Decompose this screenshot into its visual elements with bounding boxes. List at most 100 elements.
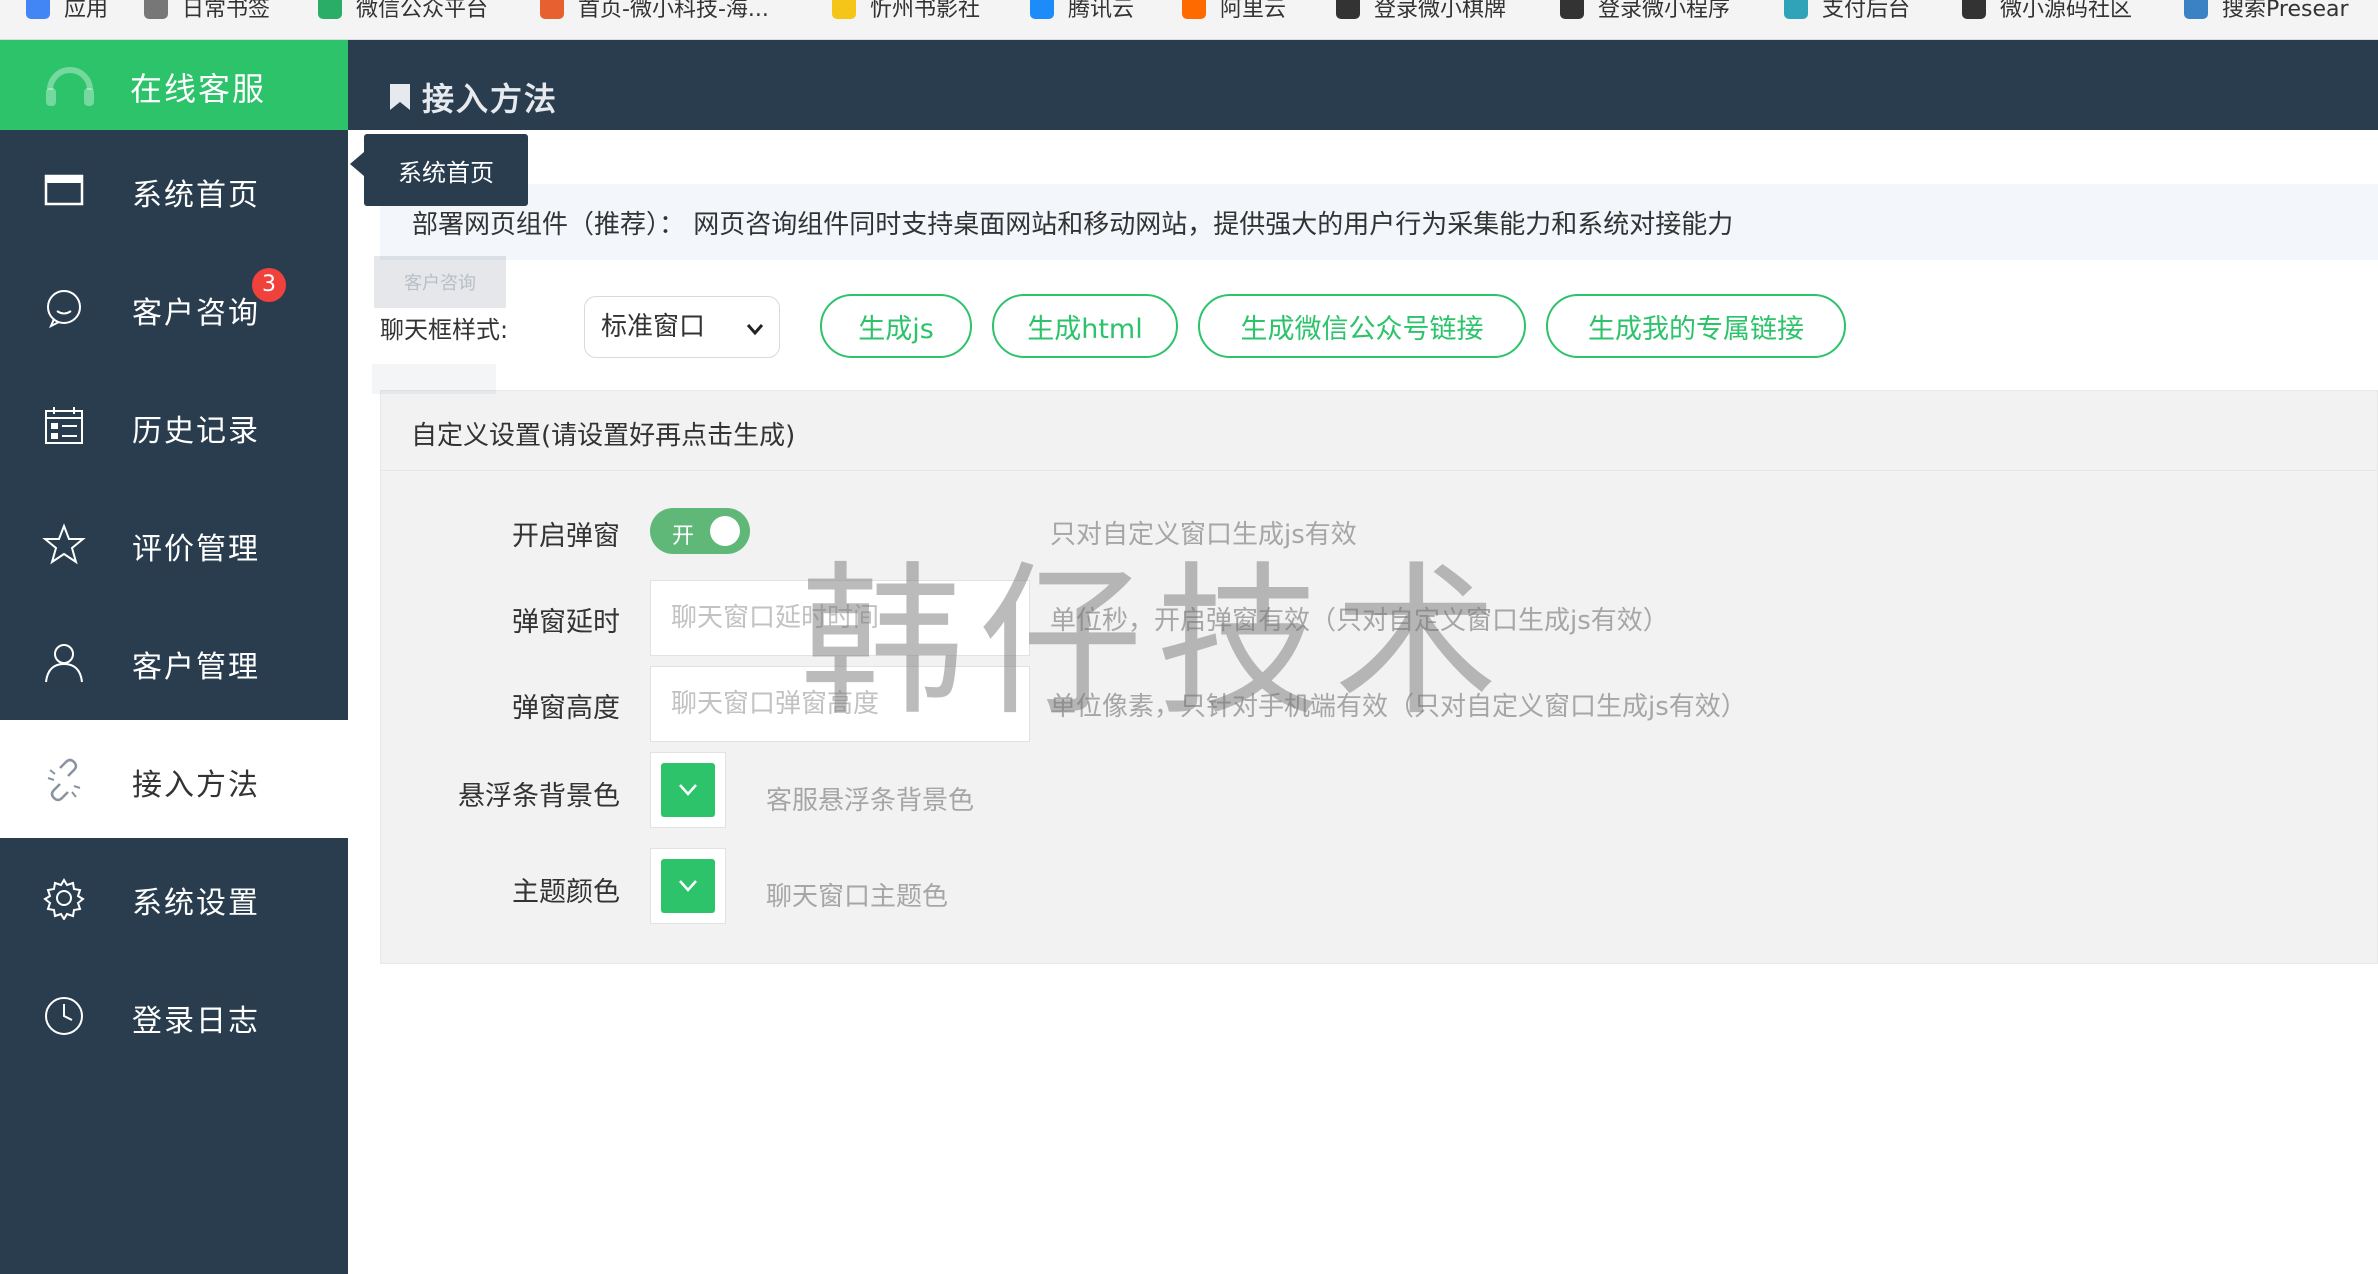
- tooltip-ghost-shadow: [372, 364, 496, 394]
- toggle-text: 开: [672, 524, 695, 549]
- bookmark-label: 应用: [64, 0, 109, 22]
- sidebar-item-label: 登录日志: [132, 1004, 260, 1039]
- star-icon: [42, 523, 86, 565]
- chat-style-label: 聊天框样式:: [380, 316, 509, 344]
- sidebar-item-label: 客户咨询: [132, 296, 260, 331]
- cloud-icon: [1030, 0, 1054, 19]
- bookmark-label: 腾讯云: [1068, 0, 1135, 22]
- sidebar-item-label: 客户管理: [132, 650, 260, 685]
- chevron-down-icon: [679, 784, 697, 796]
- toggle-knob: [710, 516, 740, 546]
- intro-banner: 部署网页组件（推荐）： 网页咨询组件同时支持桌面网站和移动网站，提供强大的用户行…: [380, 184, 2378, 260]
- color-swatch: [661, 859, 715, 913]
- bookmark-label: 支付后台: [1822, 0, 1911, 22]
- delay-label: 弹窗延时: [512, 607, 620, 638]
- sidebar-item-settings[interactable]: 系统设置: [0, 838, 348, 956]
- brand-header: 在线客服: [0, 40, 348, 130]
- theme-label: 主题颜色: [512, 877, 620, 908]
- sidebar-item-label: 系统首页: [132, 178, 260, 213]
- bookmark-label: 登录微小程序: [1598, 0, 1731, 22]
- bookmark-item[interactable]: 搜索Presear: [2184, 0, 2349, 22]
- bookmark-label: 阿里云: [1220, 0, 1287, 22]
- theme-hint: 聊天窗口主题色: [766, 882, 949, 912]
- generate-html-button[interactable]: 生成html: [992, 294, 1178, 358]
- app-root: 应用 日常书签 微信公众平台 首页-微小科技-海... 忻州书影社 腾讯云 阿里云 登录微小棋…: [0, 0, 2378, 1274]
- unread-badge: 3: [252, 268, 286, 302]
- sidebar-item-label: 接入方法: [132, 768, 260, 803]
- panel-title: 自定义设置(请设置好再点击生成): [411, 421, 796, 451]
- user-icon: [45, 644, 83, 683]
- sidebar-item-label: 评价管理: [132, 532, 260, 567]
- theme-color-picker[interactable]: [650, 848, 726, 924]
- bookmark-item[interactable]: 登录微小程序: [1560, 0, 1730, 22]
- sidebar-item-integration[interactable]: 接入方法: [0, 720, 348, 838]
- sidebar-tooltip-fading: 客户咨询: [374, 256, 506, 308]
- bookmark-label: 登录微小棋牌: [1374, 0, 1507, 22]
- generate-my-link-button[interactable]: 生成我的专属链接: [1546, 294, 1846, 358]
- bookmark-item[interactable]: 应用: [26, 0, 108, 22]
- sidebar-item-home[interactable]: 系统首页: [0, 130, 348, 248]
- generate-js-button[interactable]: 生成js: [820, 294, 972, 358]
- intro-text: 部署网页组件（推荐）： 网页咨询组件同时支持桌面网站和移动网站，提供强大的用户行…: [412, 210, 1734, 240]
- sidebar-item-rating[interactable]: 评价管理: [0, 484, 348, 602]
- bookmarks-bar: 应用 日常书签 微信公众平台 首页-微小科技-海... 忻州书影社 腾讯云 阿里云 登录微小棋…: [0, 0, 2378, 40]
- bookmark-item[interactable]: 微信公众平台: [318, 0, 488, 22]
- site-icon: [1336, 0, 1360, 19]
- gear-icon: [43, 878, 85, 920]
- sidebar-item-label: 系统设置: [132, 886, 260, 921]
- chat-style-value: 标准窗口: [601, 312, 706, 342]
- wechat-icon: [318, 0, 342, 19]
- color-swatch: [661, 763, 715, 817]
- panel-header: 自定义设置(请设置好再点击生成): [381, 391, 2377, 471]
- height-hint: 单位像素，只针对手机端有效（只对自定义窗口生成js有效）: [1050, 692, 1747, 722]
- sidebar-tooltip: 系统首页: [350, 134, 528, 206]
- bookmark-label: 忻州书影社: [870, 0, 981, 22]
- height-label: 弹窗高度: [512, 693, 620, 724]
- bookmark-item[interactable]: 忻州书影社: [832, 0, 980, 22]
- bookmark-label: 日常书签: [182, 0, 271, 22]
- shield-icon: [1784, 0, 1808, 19]
- float-bg-hint: 客服悬浮条背景色: [766, 786, 975, 816]
- bookmark-item[interactable]: 微小源码社区: [1962, 0, 2132, 22]
- window-icon: [44, 174, 84, 206]
- bookmark-label: 微信公众平台: [356, 0, 489, 22]
- bookmark-item[interactable]: 登录微小棋牌: [1336, 0, 1506, 22]
- bookmark-icon: [390, 84, 410, 110]
- chat-style-select[interactable]: 标准窗口: [584, 296, 780, 358]
- bookmark-label: 微小源码社区: [2000, 0, 2133, 22]
- sidebar-item-history[interactable]: 历史记录: [0, 366, 348, 484]
- delay-input[interactable]: 聊天窗口延时时间: [650, 580, 1030, 656]
- chevron-down-icon: [679, 880, 697, 892]
- bookmark-item[interactable]: 腾讯云: [1030, 0, 1134, 22]
- headset-icon: [46, 67, 94, 106]
- aliyun-icon: [1182, 0, 1206, 19]
- popup-toggle[interactable]: 开: [650, 508, 750, 554]
- bookmark-label: 搜索Presear: [2222, 0, 2349, 22]
- sidebar: 在线客服 系统首页 客户咨询 3 历史记录 评价管理 客户管理 接入方法 系统设…: [0, 40, 348, 1274]
- delay-hint: 单位秒，开启弹窗有效（只对自定义窗口生成js有效）: [1050, 606, 1669, 636]
- sidebar-item-consult[interactable]: 客户咨询 3: [0, 248, 348, 366]
- page-title: 接入方法: [422, 80, 559, 118]
- clock-icon: [45, 997, 83, 1035]
- bookmark-item[interactable]: 阿里云: [1182, 0, 1286, 22]
- bookmark-item[interactable]: 支付后台: [1784, 0, 1910, 22]
- sidebar-item-customers[interactable]: 客户管理: [0, 602, 348, 720]
- apps-grid-icon: [26, 0, 50, 19]
- link-icon: [47, 758, 81, 802]
- site-icon: [1560, 0, 1584, 19]
- brand-title: 在线客服: [130, 70, 267, 108]
- generate-wechat-link-button[interactable]: 生成微信公众号链接: [1198, 294, 1526, 358]
- weibo-icon: [540, 0, 564, 19]
- popup-label: 开启弹窗: [512, 521, 620, 552]
- chat-bubble-icon: [47, 290, 81, 329]
- popup-hint: 只对自定义窗口生成js有效: [1050, 520, 1357, 550]
- bookmark-item[interactable]: 首页-微小科技-海...: [540, 0, 769, 22]
- bookmark-label: 首页-微小科技-海...: [578, 0, 769, 22]
- float-bg-label: 悬浮条背景色: [458, 781, 620, 812]
- height-input[interactable]: 聊天窗口弹窗高度: [650, 666, 1030, 742]
- bookmark-item[interactable]: 日常书签: [144, 0, 270, 22]
- sidebar-item-label: 历史记录: [132, 414, 260, 449]
- sidebar-item-login-log[interactable]: 登录日志: [0, 956, 348, 1074]
- float-bg-color-picker[interactable]: [650, 752, 726, 828]
- site-icon: [1962, 0, 1986, 19]
